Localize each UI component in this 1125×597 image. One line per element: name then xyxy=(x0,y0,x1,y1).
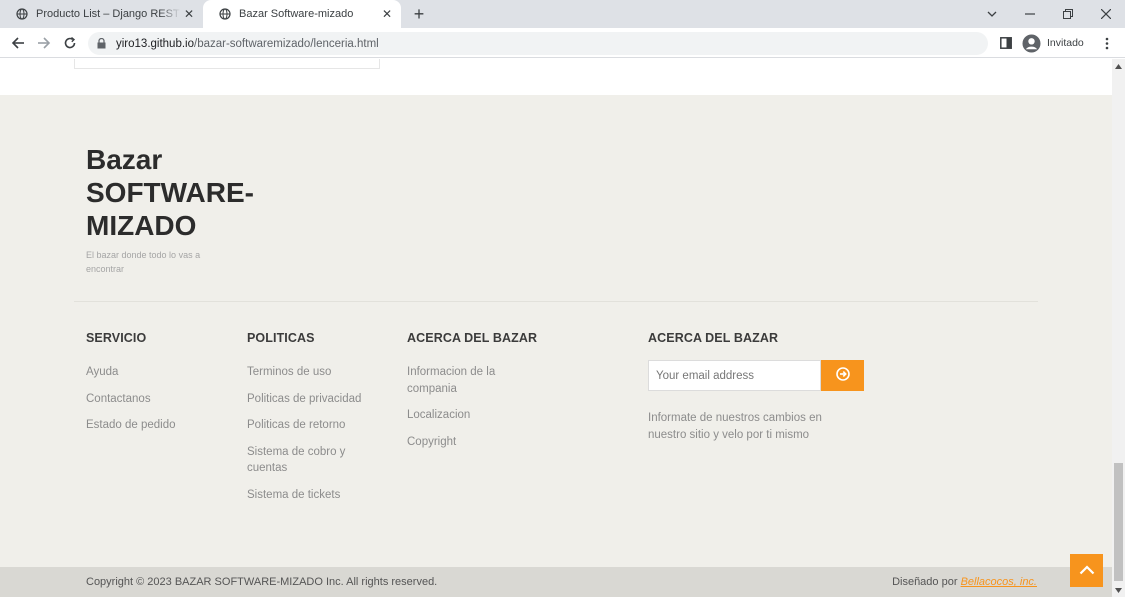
profile-label: Invitado xyxy=(1047,37,1084,49)
address-bar[interactable]: yiro13.github.io/bazar-softwaremizado/le… xyxy=(88,32,988,55)
site-footer: Bazar SOFTWARE-MIZADO El bazar donde tod… xyxy=(0,95,1112,567)
scrollbar-thumb[interactable] xyxy=(1114,463,1123,581)
close-window-icon[interactable] xyxy=(1087,0,1125,28)
column-title: ACERCA DEL BAZAR xyxy=(648,331,779,345)
browser-tab-producto-list[interactable]: Producto List – Django REST fram ✕ xyxy=(0,0,203,28)
footer-link-estado-pedido[interactable]: Estado de pedido xyxy=(86,417,236,434)
globe-icon xyxy=(219,8,231,20)
product-card-edge xyxy=(74,59,380,69)
arrow-circle-right-icon xyxy=(835,367,850,384)
url-path: /bazar-softwaremizado/lenceria.html xyxy=(194,37,379,50)
footer-link-terminos[interactable]: Terminos de uso xyxy=(247,364,387,381)
footer-tagline: El bazar donde todo lo vas a encontrar xyxy=(86,250,201,274)
more-vert-icon[interactable] xyxy=(1100,35,1114,51)
footer-link-informacion[interactable]: Informacion de la compania xyxy=(407,364,507,397)
designed-by: Diseñado por Bellacocos, inc. xyxy=(892,576,1037,588)
subscribe-form xyxy=(648,360,878,391)
restore-icon[interactable] xyxy=(1049,0,1087,28)
lock-icon xyxy=(97,38,107,50)
reload-icon[interactable] xyxy=(61,34,79,52)
designed-by-label: Diseñado por xyxy=(892,576,958,588)
chevron-up-icon xyxy=(1079,562,1095,580)
url-text: yiro13.github.io/bazar-softwaremizado/le… xyxy=(116,38,379,50)
footer-link-contactanos[interactable]: Contactanos xyxy=(86,391,236,408)
copyright-text: Copyright © 2023 BAZAR SOFTWARE-MIZADO I… xyxy=(86,576,438,588)
new-tab-button[interactable]: + xyxy=(409,4,429,24)
tab-search-icon[interactable] xyxy=(973,0,1011,28)
footer-column-acerca: ACERCA DEL BAZAR Informacion de la compa… xyxy=(407,331,538,460)
footer-link-localizacion[interactable]: Localizacion xyxy=(407,407,527,424)
globe-icon xyxy=(16,8,28,20)
tab-title: Producto List – Django REST fram xyxy=(36,8,181,20)
browser-tab-bazar[interactable]: Bazar Software-mizado ✕ xyxy=(203,0,401,28)
forward-arrow-icon[interactable] xyxy=(35,34,53,52)
browser-tab-bar: Producto List – Django REST fram ✕ Bazar… xyxy=(0,0,1125,28)
footer-column-newsletter: ACERCA DEL BAZAR Informate de nuestros c… xyxy=(648,331,878,444)
footer-column-politicas: POLITICAS Terminos de uso Politicas de p… xyxy=(247,331,387,513)
scroll-up-arrow-icon[interactable] xyxy=(1112,59,1125,73)
newsletter-text: Informate de nuestros cambios en nuestro… xyxy=(648,412,822,441)
footer-column-servicio: SERVICIO Ayuda Contactanos Estado de ped… xyxy=(86,331,236,444)
footer-bottom-bar: Copyright © 2023 BAZAR SOFTWARE-MIZADO I… xyxy=(0,567,1112,597)
footer-link-tickets[interactable]: Sistema de tickets xyxy=(247,487,387,504)
footer-link-cobro[interactable]: Sistema de cobro y cuentas xyxy=(247,444,352,477)
tab-title: Bazar Software-mizado xyxy=(239,8,354,20)
minimize-icon[interactable] xyxy=(1011,0,1049,28)
footer-link-retorno[interactable]: Politicas de retorno xyxy=(247,417,387,434)
browser-toolbar: yiro13.github.io/bazar-softwaremizado/le… xyxy=(0,28,1125,58)
url-host: yiro13.github.io xyxy=(116,37,194,50)
footer-brand: Bazar SOFTWARE-MIZADO xyxy=(86,144,254,241)
back-to-top-button[interactable] xyxy=(1070,554,1103,587)
close-tab-icon[interactable]: ✕ xyxy=(379,6,395,22)
scroll-down-arrow-icon[interactable] xyxy=(1112,583,1125,597)
profile-button[interactable]: Invitado xyxy=(1022,32,1084,54)
column-title: SERVICIO xyxy=(86,331,147,345)
footer-link-privacidad[interactable]: Politicas de privacidad xyxy=(247,391,387,408)
footer-divider xyxy=(74,301,1038,302)
avatar-icon xyxy=(1022,34,1041,53)
subscribe-button[interactable] xyxy=(821,360,864,391)
side-panel-icon[interactable] xyxy=(998,35,1014,51)
back-arrow-icon[interactable] xyxy=(9,34,27,52)
column-title: ACERCA DEL BAZAR xyxy=(407,331,538,345)
footer-link-ayuda[interactable]: Ayuda xyxy=(86,364,236,381)
page-scrollbar[interactable] xyxy=(1112,59,1125,597)
designer-link[interactable]: Bellacocos, inc. xyxy=(961,576,1037,588)
email-field[interactable] xyxy=(648,360,821,391)
column-title: POLITICAS xyxy=(247,331,315,345)
close-tab-icon[interactable]: ✕ xyxy=(181,6,197,22)
footer-link-copyright[interactable]: Copyright xyxy=(407,434,527,451)
page-viewport: Bazar SOFTWARE-MIZADO El bazar donde tod… xyxy=(0,59,1112,597)
